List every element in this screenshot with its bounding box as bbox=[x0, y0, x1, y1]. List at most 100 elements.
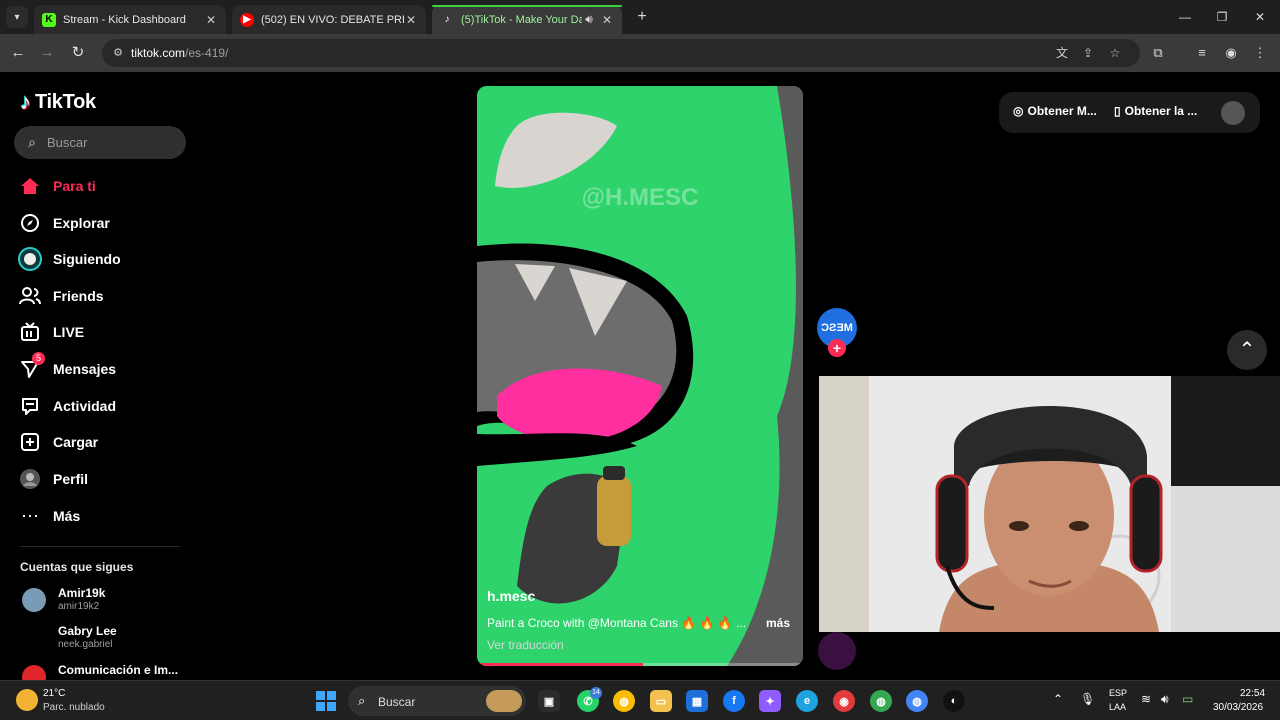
see-translation-link[interactable]: Ver traducción bbox=[487, 638, 564, 652]
address-bar[interactable]: ⚙ tiktok.com/es-419/ 文 ⇪ ☆ bbox=[102, 39, 1140, 67]
get-coins-button[interactable]: ◎ Obtener M... bbox=[1013, 104, 1097, 118]
search-icon[interactable]: ⌕ bbox=[24, 134, 40, 150]
site-info-icon[interactable]: ⚙ bbox=[110, 45, 126, 61]
edge-icon[interactable]: e bbox=[796, 690, 818, 712]
clock-date[interactable]: 30/03/2026 bbox=[1213, 702, 1263, 713]
caption-more-link[interactable]: más bbox=[766, 616, 790, 630]
weather-description[interactable]: Parc. nublado bbox=[43, 702, 105, 713]
tab-tiktok[interactable]: ♪ (5)TikTok - Make Your Day 🔊︎ ✕ bbox=[432, 5, 622, 34]
avatar bbox=[22, 626, 46, 650]
install-app-icon[interactable]: ⇪ bbox=[1080, 45, 1096, 61]
sidebar-item-label: Perfil bbox=[53, 471, 89, 487]
sidebar-item-mas[interactable]: ⋯ Más bbox=[18, 502, 188, 530]
video-player[interactable]: @H.MESC h.mesc Paint a Croco with @Monta… bbox=[477, 86, 803, 666]
tiktok-logo-text: TikTok bbox=[35, 90, 96, 113]
weather-icon[interactable] bbox=[16, 689, 38, 711]
tab-title: Stream - Kick Dashboard bbox=[63, 13, 186, 26]
microphone-icon[interactable]: 🎙︎ bbox=[1080, 692, 1095, 706]
tab-title: (5)TikTok - Make Your Day bbox=[461, 13, 582, 26]
chrome-active-icon[interactable]: ◍ bbox=[906, 690, 928, 712]
browser-menu-icon[interactable]: ⋮ bbox=[1250, 43, 1270, 63]
sidebar-item-label: LIVE bbox=[53, 324, 85, 340]
sidebar-item-label: Cargar bbox=[53, 434, 99, 450]
friends-icon bbox=[18, 284, 42, 308]
bookmark-star-icon[interactable]: ☆ bbox=[1107, 45, 1123, 61]
extensions-icon[interactable]: ⧉ bbox=[1148, 43, 1168, 63]
weather-temperature[interactable]: 21°C bbox=[43, 688, 65, 699]
search-icon: ⌕ bbox=[358, 693, 366, 708]
speaker-icon[interactable]: 🔊︎ bbox=[582, 12, 596, 27]
sidebar-item-explorar[interactable]: Explorar bbox=[18, 209, 188, 237]
active-tab-accent bbox=[432, 5, 622, 7]
tiktok-page: ♪ TikTok ⌕ Para ti Explorar Siguiendo Fr… bbox=[0, 72, 1280, 680]
following-account-item[interactable]: Comunicación e Im... bbox=[20, 661, 190, 680]
follow-plus-button[interactable]: + bbox=[828, 339, 846, 357]
webcam-feed-image bbox=[819, 376, 1280, 632]
battery-icon[interactable]: ▭ bbox=[1182, 692, 1193, 706]
tab-search-menu-button[interactable]: ▾ bbox=[6, 6, 28, 28]
next-author-avatar[interactable] bbox=[818, 632, 856, 670]
tiktok-note-icon: ♪ bbox=[20, 89, 31, 114]
sidebar-item-live[interactable]: LIVE bbox=[18, 318, 188, 346]
video-creator-name[interactable]: h.mesc bbox=[487, 588, 535, 604]
sidebar-item-siguiendo[interactable]: Siguiendo bbox=[18, 245, 188, 273]
task-view-icon[interactable]: ▣ bbox=[538, 690, 560, 712]
video-progress-fill bbox=[477, 663, 644, 666]
following-account-item[interactable]: Gabry Lee neek.gabriel bbox=[20, 622, 190, 656]
sidebar-item-actividad[interactable]: Actividad bbox=[18, 392, 188, 420]
tab-kick-dashboard[interactable]: K Stream - Kick Dashboard ✕ bbox=[34, 5, 226, 34]
previous-video-button[interactable]: ⌃ bbox=[1227, 330, 1267, 370]
close-tab-icon[interactable]: ✕ bbox=[404, 13, 418, 27]
close-tab-icon[interactable]: ✕ bbox=[600, 13, 614, 27]
search-input[interactable] bbox=[47, 132, 177, 152]
sidebar-item-cargar[interactable]: Cargar bbox=[18, 428, 188, 456]
sidebar-item-mensajes[interactable]: 5 Mensajes bbox=[18, 352, 188, 383]
file-explorer-icon[interactable]: ▭ bbox=[650, 690, 672, 712]
minimize-button[interactable]: — bbox=[1175, 8, 1195, 26]
account-name: Amir19k bbox=[58, 586, 106, 600]
search-box[interactable]: ⌕ bbox=[14, 126, 186, 159]
language-indicator[interactable]: ESP bbox=[1109, 688, 1127, 698]
live-tv-icon bbox=[18, 320, 42, 344]
maximize-button[interactable]: ❐ bbox=[1212, 8, 1232, 26]
wifi-icon[interactable]: ≋ bbox=[1141, 692, 1151, 706]
close-window-button[interactable]: ✕ bbox=[1250, 8, 1270, 26]
get-app-button[interactable]: ▯ Obtener la ... bbox=[1114, 104, 1197, 118]
reload-button[interactable]: ↻ bbox=[68, 43, 88, 63]
following-avatar-icon bbox=[18, 247, 42, 271]
tiktok-icon: ♪ bbox=[444, 14, 450, 25]
media-controls-icon[interactable]: ≡ bbox=[1192, 43, 1212, 63]
copilot-icon[interactable]: ✦ bbox=[759, 690, 781, 712]
store-icon[interactable]: ▦ bbox=[686, 690, 708, 712]
sidebar-item-perfil[interactable]: Perfil bbox=[18, 465, 188, 493]
close-tab-icon[interactable]: ✕ bbox=[204, 13, 218, 27]
volume-icon[interactable]: 🔊︎ bbox=[1161, 692, 1169, 707]
kick-icon: K bbox=[42, 12, 56, 27]
back-button[interactable]: ← bbox=[8, 43, 28, 63]
taskbar-search[interactable]: ⌕ Buscar bbox=[348, 686, 526, 716]
tab-youtube-debate[interactable]: ▶ (502) EN VIVO: DEBATE PRESIDENCIAL ✕ bbox=[232, 5, 426, 34]
obs-icon[interactable]: ◐ bbox=[943, 690, 965, 712]
app-red-icon[interactable]: ◉ bbox=[833, 690, 855, 712]
sidebar-item-para-ti[interactable]: Para ti bbox=[18, 172, 188, 200]
video-progress-bar[interactable] bbox=[477, 663, 803, 666]
clock-time[interactable]: 22:54 bbox=[1240, 688, 1265, 699]
get-coins-label: Obtener M... bbox=[1027, 104, 1097, 118]
chrome-profile-icon[interactable]: ◍ bbox=[870, 690, 892, 712]
forward-button[interactable]: → bbox=[37, 43, 57, 63]
chrome-icon[interactable]: ◍ bbox=[613, 690, 635, 712]
user-avatar[interactable] bbox=[1221, 101, 1245, 125]
show-hidden-icons[interactable]: ⌃ bbox=[1053, 692, 1063, 706]
facebook-icon[interactable]: f bbox=[723, 690, 745, 712]
profile-icon[interactable]: ◉ bbox=[1221, 43, 1241, 63]
windows-start-icon[interactable] bbox=[316, 691, 336, 711]
new-tab-button[interactable]: + bbox=[632, 7, 652, 27]
sidebar-item-friends[interactable]: Friends bbox=[18, 282, 188, 310]
tiktok-logo[interactable]: ♪ TikTok bbox=[20, 89, 96, 115]
following-account-item[interactable]: Amir19k amir19k2 bbox=[20, 584, 190, 618]
sidebar-item-label: Actividad bbox=[53, 398, 117, 414]
translate-icon[interactable]: 文 bbox=[1054, 45, 1070, 61]
inbox-icon bbox=[18, 394, 42, 418]
profile-avatar-icon bbox=[18, 467, 42, 491]
keyboard-layout-indicator[interactable]: LAA bbox=[1109, 702, 1126, 712]
